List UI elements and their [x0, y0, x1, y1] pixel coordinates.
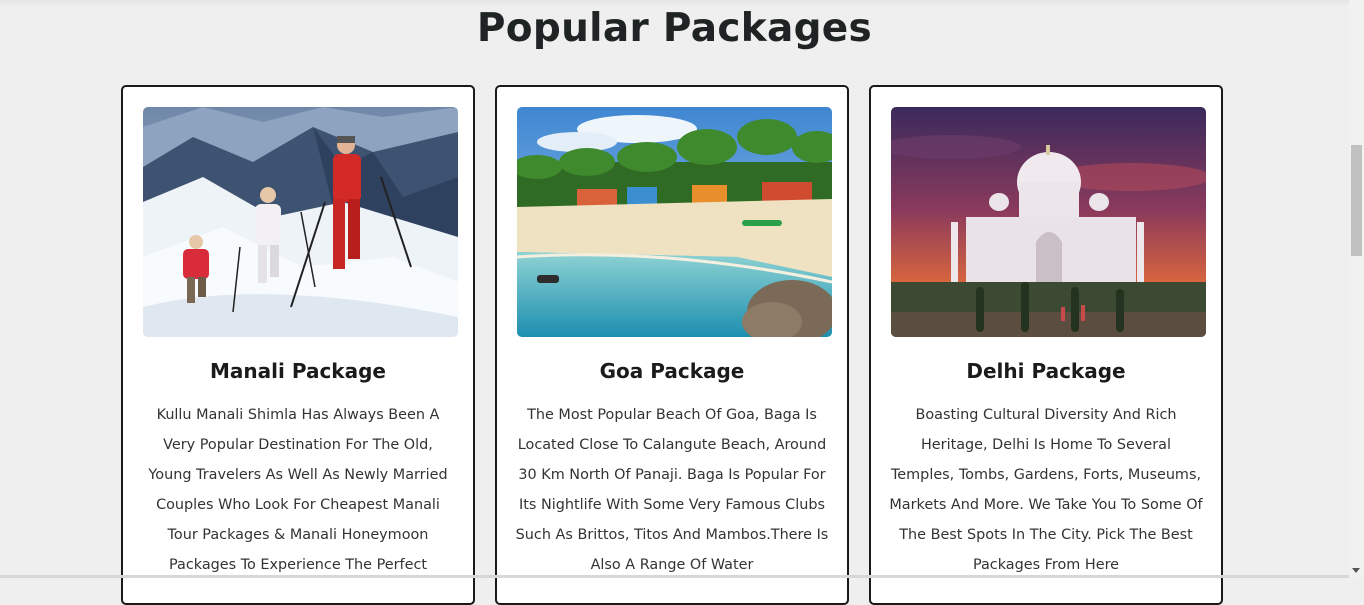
chevron-down-icon[interactable]: [1352, 568, 1360, 573]
manali-photo: [143, 107, 458, 337]
section-title: Popular Packages: [476, 6, 873, 51]
package-title: Manali Package: [210, 359, 386, 383]
goa-photo: [517, 107, 832, 337]
package-card-delhi[interactable]: Delhi Package Boasting Cultural Diversit…: [869, 85, 1223, 605]
package-card-manali[interactable]: Manali Package Kullu Manali Shimla Has A…: [121, 85, 475, 605]
vertical-scrollbar[interactable]: [1349, 0, 1364, 578]
package-description: Kullu Manali Shimla Has Always Been A Ve…: [148, 407, 448, 573]
package-description: The Most Popular Beach Of Goa, Baga Is L…: [515, 407, 829, 573]
package-title: Delhi Package: [966, 359, 1126, 383]
package-card-goa[interactable]: Goa Package The Most Popular Beach Of Go…: [495, 85, 849, 605]
scroll-thumb[interactable]: [1351, 145, 1362, 256]
delhi-photo: [891, 107, 1206, 337]
package-description: Boasting Cultural Diversity And Rich Her…: [889, 407, 1203, 573]
package-title: Goa Package: [599, 359, 745, 383]
